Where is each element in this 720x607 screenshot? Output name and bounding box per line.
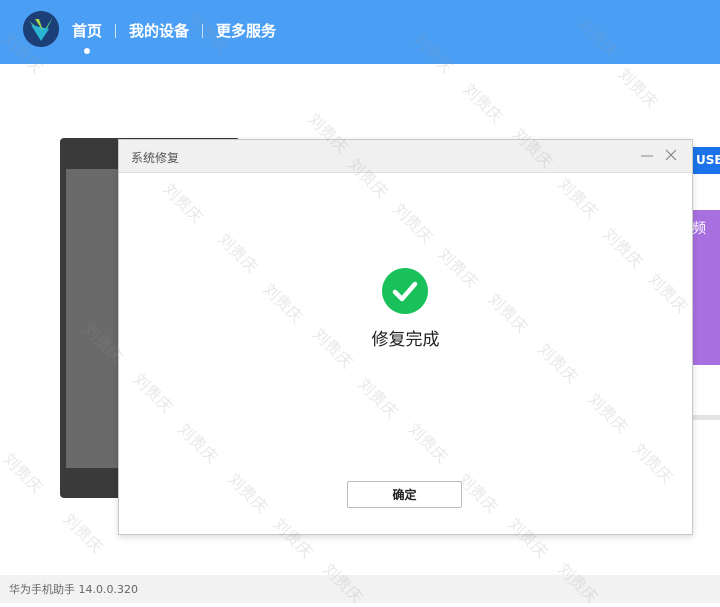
divider (692, 415, 720, 420)
nav-item-home[interactable]: 首页 (70, 21, 104, 54)
watermark: 刘贵庆 (459, 79, 507, 127)
app-logo-icon[interactable] (23, 11, 59, 47)
main-nav: 首页 我的设备 更多服务 (70, 0, 278, 64)
status-bar: 华为手机助手 14.0.0.320 (0, 575, 720, 603)
nav-divider (202, 24, 204, 38)
check-circle-icon (382, 268, 428, 314)
feature-card[interactable]: 频 (692, 210, 720, 365)
watermark: 刘贵庆 (0, 449, 47, 497)
nav-divider (115, 24, 117, 38)
repair-complete-message: 修复完成 (371, 330, 440, 350)
dialog-title: 系统修复 (131, 151, 180, 165)
device-preview-screen (66, 169, 126, 468)
system-repair-dialog: 系统修复 修复完成 确定 (118, 139, 693, 535)
nav-item-my-devices[interactable]: 我的设备 (127, 21, 191, 41)
watermark: 刘贵庆 (614, 64, 662, 112)
watermark: 刘贵庆 (59, 509, 107, 557)
top-nav-bar: 首页 我的设备 更多服务 (0, 0, 720, 64)
app-version-label: 华为手机助手 14.0.0.320 (9, 583, 138, 596)
dialog-header: 系统修复 (119, 140, 692, 173)
confirm-button[interactable]: 确定 (347, 481, 462, 508)
minimize-icon[interactable] (638, 146, 656, 164)
nav-item-more-services[interactable]: 更多服务 (214, 21, 278, 41)
feature-card-label: 频 (692, 221, 706, 237)
close-icon[interactable] (662, 146, 680, 164)
usb-connection-tab[interactable]: USB (692, 147, 720, 174)
